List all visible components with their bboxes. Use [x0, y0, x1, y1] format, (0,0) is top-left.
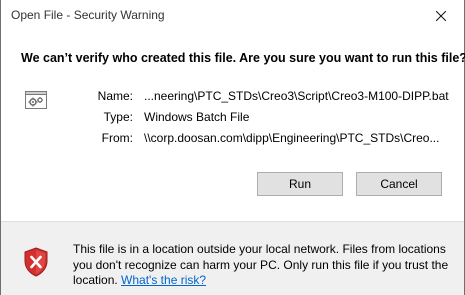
- title-bar: Open File - Security Warning: [1, 0, 464, 31]
- type-label: Type:: [103, 110, 133, 124]
- file-name-value: ...neering\PTC_STDs\Creo3\Script\Creo3-M…: [144, 89, 449, 103]
- run-button[interactable]: Run: [257, 172, 343, 196]
- file-type-value: Windows Batch File: [144, 110, 250, 124]
- cancel-button[interactable]: Cancel: [356, 172, 442, 196]
- close-icon: [436, 10, 446, 21]
- security-warning-dialog: Open File - Security Warning We can’t ve…: [0, 0, 465, 295]
- window-title: Open File - Security Warning: [11, 8, 165, 22]
- name-label: Name:: [97, 89, 133, 103]
- file-source-value: \\corp.doosan.com\dipp\Engineering\PTC_S…: [144, 131, 440, 145]
- warning-headline: We can’t verify who created this file. A…: [21, 51, 465, 65]
- close-button[interactable]: [418, 0, 464, 31]
- from-label: From:: [101, 131, 133, 145]
- whats-the-risk-link[interactable]: What's the risk?: [121, 273, 206, 287]
- batch-file-gear-icon: [25, 91, 47, 109]
- warning-footer: This file is in a location outside your …: [1, 221, 464, 295]
- warning-message: This file is in a location outside your …: [73, 242, 458, 289]
- shield-error-icon: [24, 247, 48, 277]
